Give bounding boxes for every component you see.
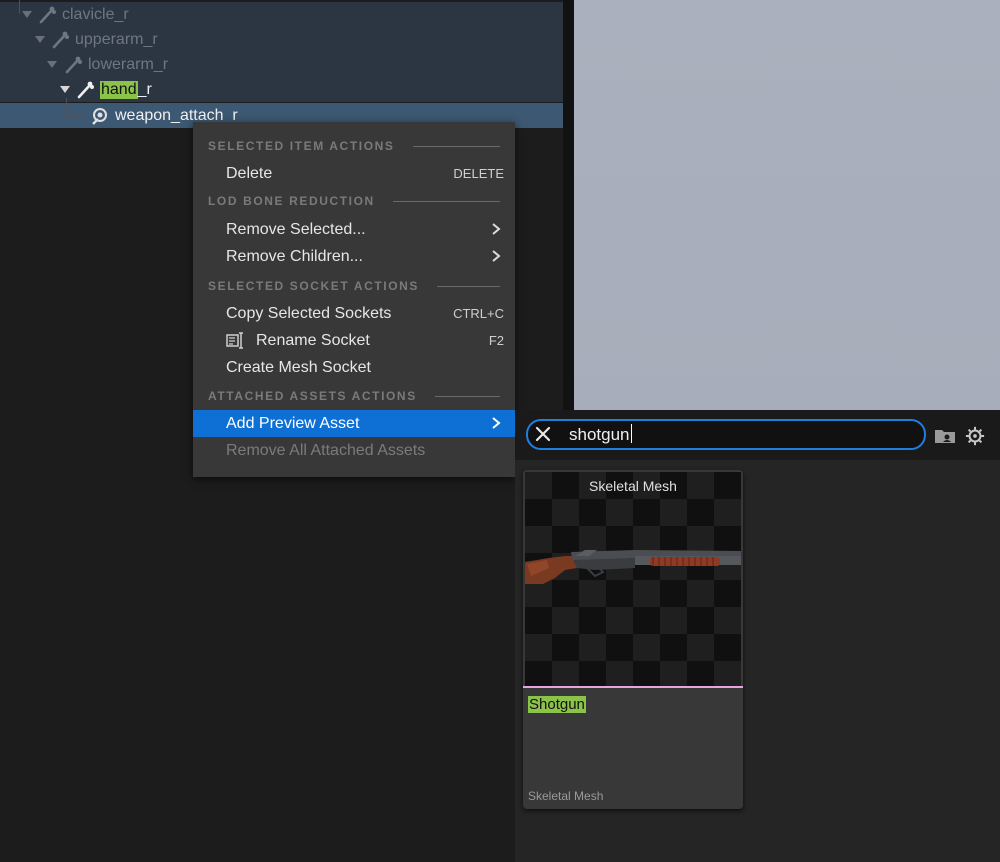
menu-section-header: ATTACHED ASSETS ACTIONS [208, 387, 500, 405]
tree-node-upperarm[interactable]: upperarm_r [50, 27, 158, 52]
asset-tile-shotgun[interactable]: Skeletal Mesh Shotgun Skeletal Mesh [523, 470, 743, 809]
menu-item-label: Copy Selected Sockets [226, 304, 392, 322]
asset-picker: shotgun Skeletal Mesh Shotgun Skeletal M… [515, 410, 1000, 862]
tree-node-label: lowerarm_r [88, 55, 169, 73]
tree-guide-line [66, 98, 67, 116]
asset-thumbnail: Skeletal Mesh [525, 472, 741, 686]
tree-node-hand[interactable]: hand _r [75, 77, 152, 102]
menu-item-rename-socket[interactable]: Rename Socket F2 [193, 327, 515, 354]
tree-node-label: _r [137, 80, 152, 98]
menu-item-create-mesh-socket[interactable]: Create Mesh Socket [193, 354, 515, 381]
shortcut-label: CTRL+C [453, 306, 504, 321]
asset-name: Shotgun [528, 696, 586, 713]
menu-item-label: Rename Socket [256, 331, 370, 349]
asset-type-header: Skeletal Mesh [589, 478, 677, 494]
menu-item-copy-sockets[interactable]: Copy Selected Sockets CTRL+C [193, 300, 515, 327]
asset-type-footer: Skeletal Mesh [528, 789, 604, 803]
menu-item-label: Remove Children... [226, 247, 363, 265]
asset-type-color-bar [523, 686, 743, 688]
tree-guide-line [19, 0, 20, 14]
tree-node-lowerarm[interactable]: lowerarm_r [63, 52, 168, 77]
clear-search-icon[interactable] [534, 425, 552, 443]
chevron-right-icon [492, 417, 501, 429]
expand-arrow-icon[interactable] [22, 11, 32, 18]
shortcut-label: F2 [488, 333, 504, 348]
rename-icon [226, 332, 243, 349]
menu-item-label: Remove All Attached Assets [226, 441, 426, 459]
bone-icon [65, 56, 82, 73]
menu-section-header: LOD BONE REDUCTION [208, 192, 500, 210]
menu-section-header: SELECTED SOCKET ACTIONS [208, 277, 500, 295]
skeleton-tree: clavicle_r upperarm_r lowerarm_r hand _r … [0, 0, 563, 130]
preview-viewport[interactable] [574, 0, 1000, 410]
menu-section-header: SELECTED ITEM ACTIONS [208, 137, 500, 155]
search-match-highlight: hand [100, 80, 138, 99]
browse-folder-icon[interactable] [934, 426, 956, 446]
shotgun-thumbnail-image [525, 550, 741, 584]
bone-icon [39, 6, 56, 23]
bone-icon [77, 81, 94, 98]
settings-gear-icon[interactable] [964, 426, 986, 446]
menu-item-label: Remove Selected... [226, 220, 366, 238]
menu-item-delete[interactable]: Delete DELETE [193, 160, 515, 187]
menu-item-label: Create Mesh Socket [226, 358, 371, 376]
context-menu: SELECTED ITEM ACTIONS Delete DELETE LOD … [193, 122, 515, 477]
expand-arrow-icon[interactable] [47, 61, 57, 68]
tree-node-label: upperarm_r [75, 30, 158, 48]
chevron-right-icon [492, 223, 501, 235]
menu-item-remove-attached-assets[interactable]: Remove All Attached Assets [193, 437, 515, 464]
panel-splitter[interactable] [563, 0, 574, 410]
tree-node-label: clavicle_r [62, 5, 129, 23]
menu-item-remove-selected[interactable]: Remove Selected... [193, 216, 515, 243]
asset-search-bar: shotgun [515, 410, 1000, 460]
socket-icon [92, 107, 107, 125]
bone-icon [52, 31, 69, 48]
menu-item-add-preview-asset[interactable]: Add Preview Asset [193, 410, 515, 437]
expand-arrow-icon[interactable] [60, 86, 70, 93]
shortcut-label: DELETE [453, 166, 504, 181]
chevron-right-icon [492, 250, 501, 262]
tree-guide-line [66, 116, 88, 117]
menu-item-label: Add Preview Asset [226, 414, 360, 432]
expand-arrow-icon[interactable] [35, 36, 45, 43]
menu-item-remove-children[interactable]: Remove Children... [193, 243, 515, 270]
menu-item-label: Delete [226, 164, 273, 182]
search-input-value: shotgun [569, 425, 630, 444]
tree-node-clavicle[interactable]: clavicle_r [37, 2, 129, 27]
search-input[interactable]: shotgun [526, 419, 926, 450]
